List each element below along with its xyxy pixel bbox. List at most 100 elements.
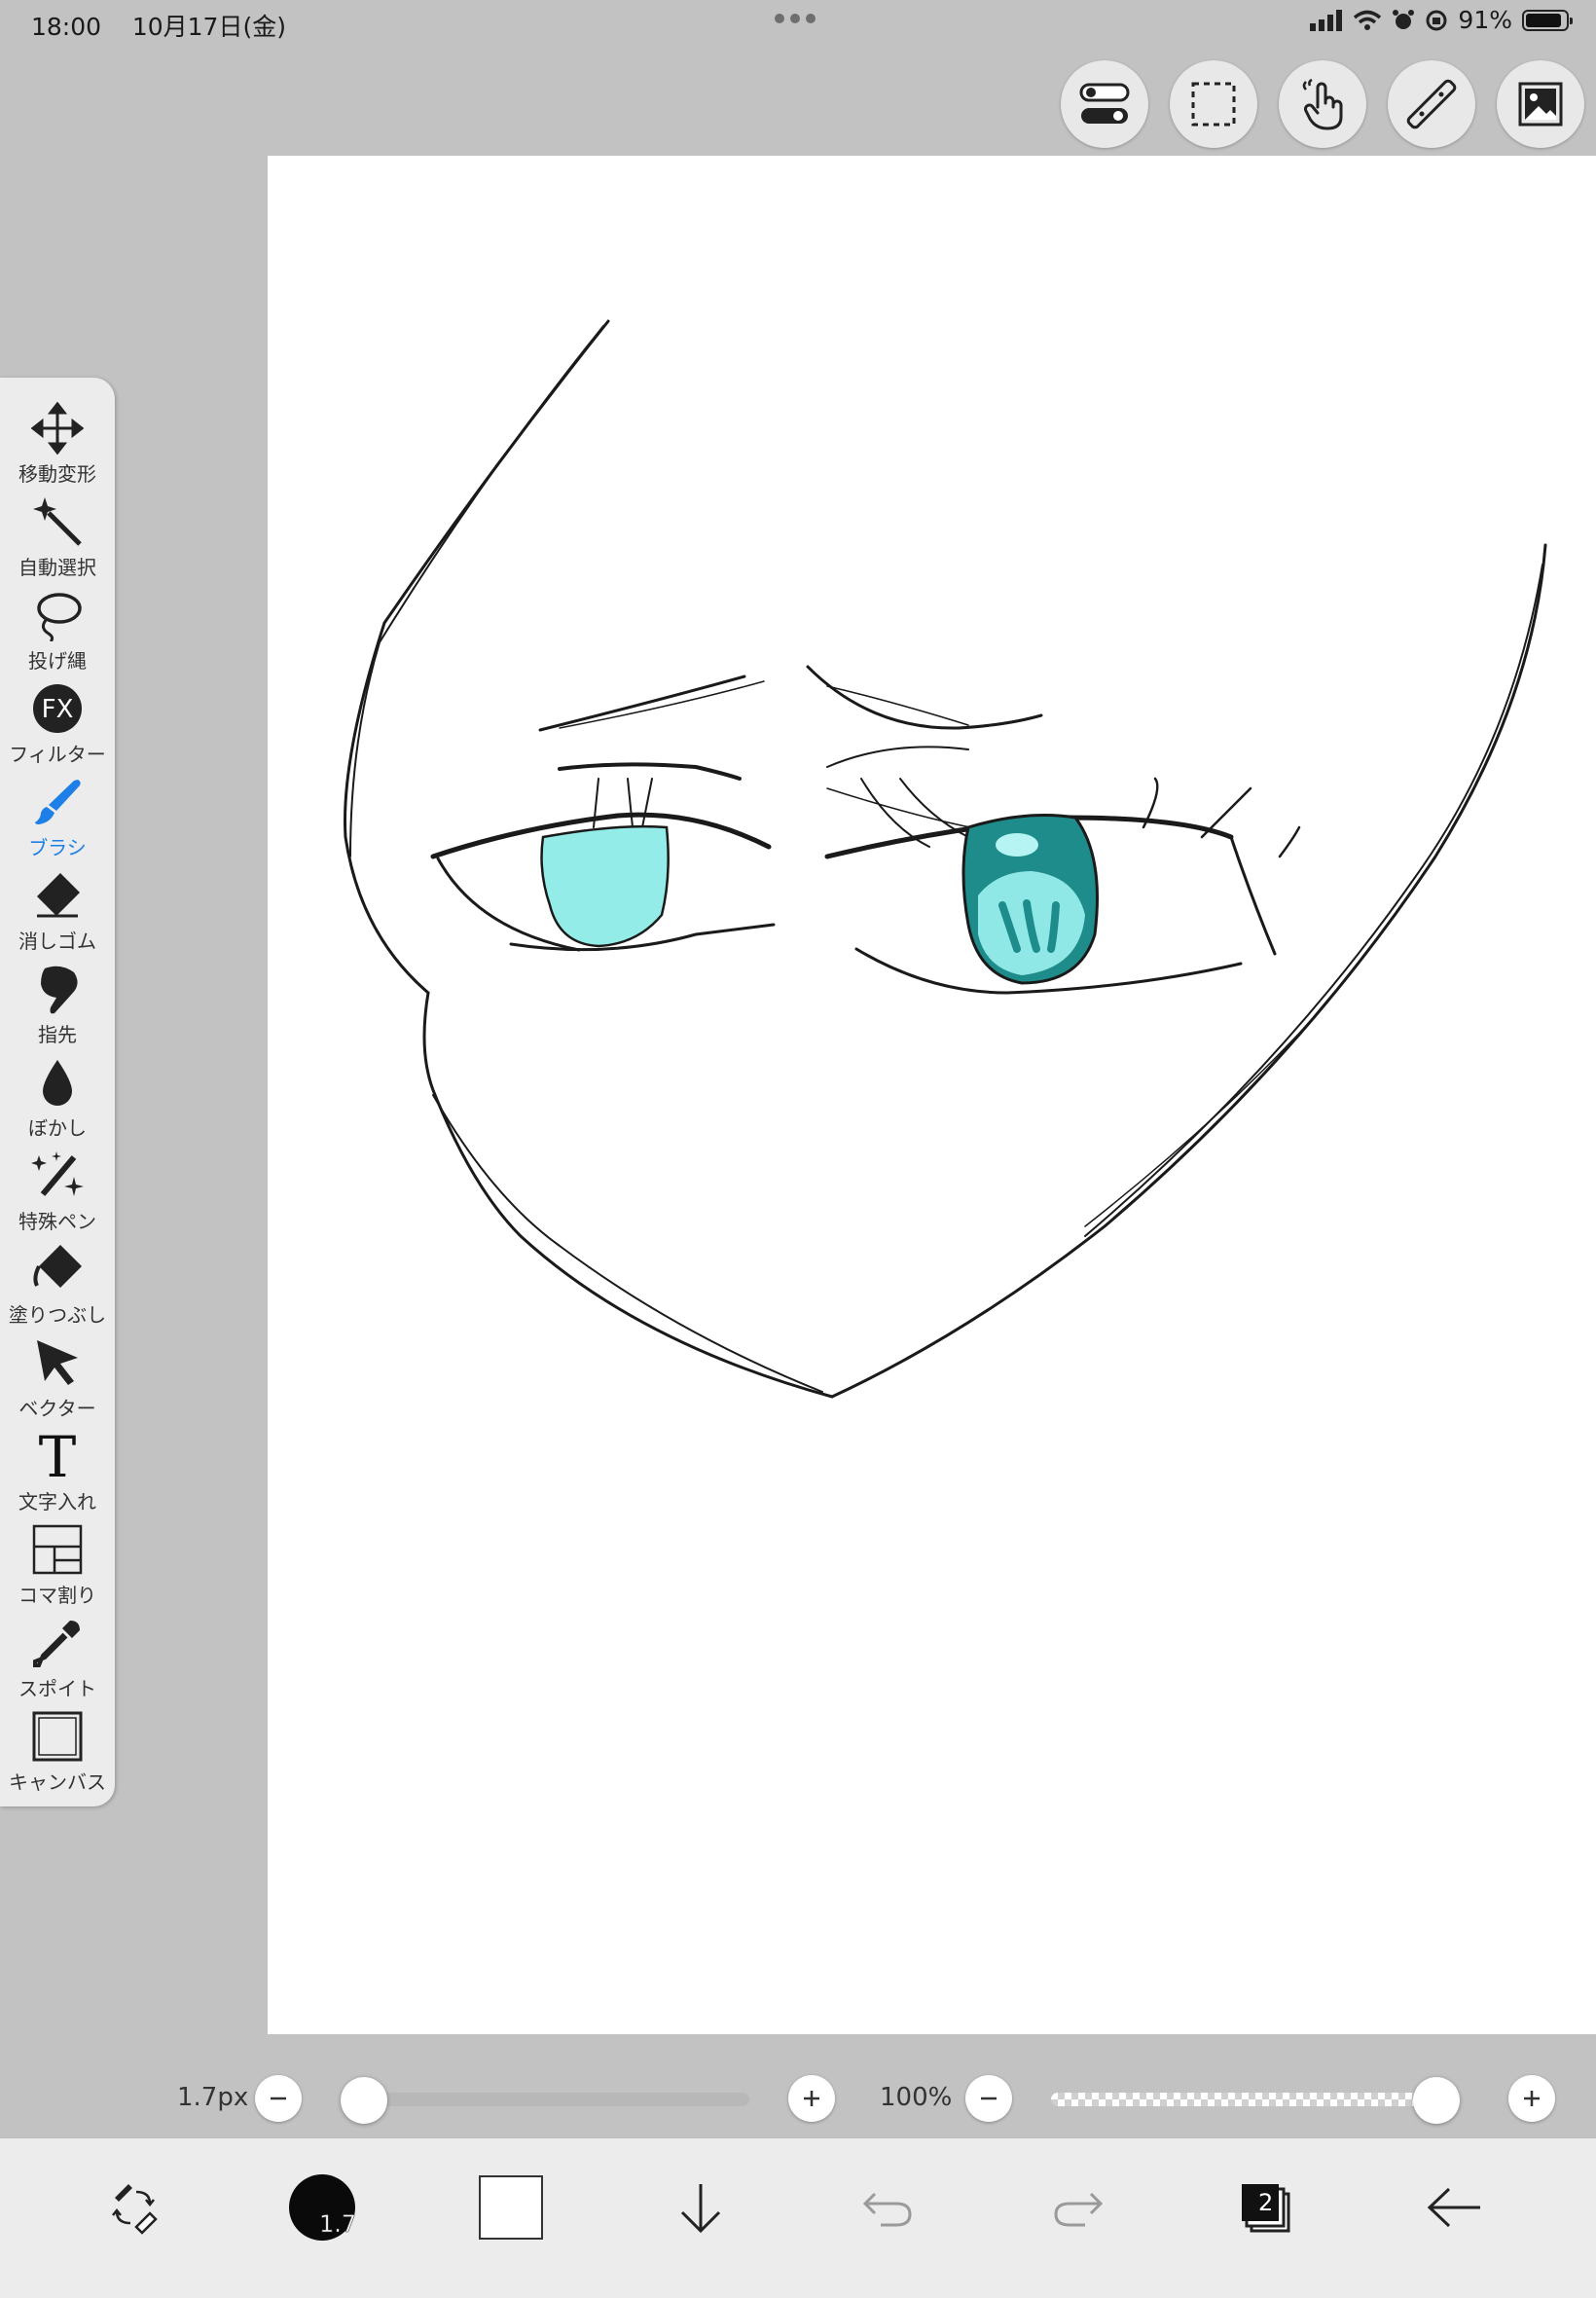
tool-label: 塗りつぶし <box>8 1303 107 1327</box>
top-tools <box>1061 60 1584 148</box>
fill-bucket-icon <box>29 1241 86 1297</box>
alarm-icon <box>1393 9 1415 29</box>
tool-panel-layout[interactable]: コマ割り <box>0 1514 115 1608</box>
size-decrease-button[interactable] <box>255 2075 302 2122</box>
swap-pen-eraser-icon <box>112 2184 158 2235</box>
brush-icon <box>29 774 86 830</box>
opacity-increase-button[interactable] <box>1508 2075 1555 2122</box>
selection-marquee-icon <box>1191 82 1236 127</box>
tool-brush[interactable]: ブラシ <box>0 767 115 860</box>
tool-blur-drop[interactable]: ぼかし <box>0 1047 115 1141</box>
lasso-icon <box>29 587 86 643</box>
brush-size-label: 1.7px <box>177 2083 249 2112</box>
color-swatch-button[interactable] <box>467 2164 555 2251</box>
tool-label: ブラシ <box>28 836 87 859</box>
status-time: 18:00 <box>31 13 102 41</box>
blur-drop-icon <box>29 1054 86 1111</box>
down-arrow-icon <box>680 2184 721 2234</box>
tool-label: フィルター <box>9 743 106 766</box>
tool-label: 自動選択 <box>18 556 96 579</box>
tool-fill-bucket[interactable]: 塗りつぶし <box>0 1234 115 1328</box>
tool-label: スポイト <box>18 1677 96 1700</box>
tool-label: 移動変形 <box>18 462 96 486</box>
magic-wand-icon <box>29 493 86 550</box>
svg-text:FX: FX <box>42 695 74 724</box>
back-button[interactable] <box>1411 2164 1499 2251</box>
undo-button[interactable] <box>845 2164 932 2251</box>
tool-label: ぼかし <box>28 1116 87 1140</box>
touch-gesture-button[interactable] <box>1279 60 1366 148</box>
tool-label: 指先 <box>38 1023 77 1046</box>
tool-text[interactable]: T 文字入れ <box>0 1421 115 1514</box>
image-material-icon <box>1518 82 1563 127</box>
multitasking-dots-icon[interactable] <box>775 14 816 23</box>
opacity-slider-track[interactable] <box>1051 2093 1460 2106</box>
tool-label: 特殊ペン <box>18 1210 96 1233</box>
panel-layout-icon <box>29 1521 86 1578</box>
eyedropper-icon <box>29 1615 86 1671</box>
status-date: 10月17日(金) <box>131 13 286 41</box>
opacity-label: 100% <box>880 2083 953 2112</box>
tool-lasso[interactable]: 投げ縄 <box>0 580 115 674</box>
toggle-settings-button[interactable] <box>1061 60 1148 148</box>
tool-label: 消しゴム <box>18 930 96 953</box>
tool-sidebar: 移動変形自動選択投げ縄 FX フィルターブラシ消しゴム指先ぼかし特殊ペン塗りつぶしベ… <box>0 378 115 1806</box>
image-material-button[interactable] <box>1497 60 1584 148</box>
move-transform-icon <box>29 400 86 456</box>
tool-label: コマ割り <box>18 1584 96 1607</box>
fx-filter-icon: FX <box>29 680 86 737</box>
text-icon: T <box>29 1428 86 1484</box>
battery-percent: 91% <box>1458 6 1512 34</box>
undo-icon <box>862 2192 912 2227</box>
size-increase-button[interactable] <box>788 2075 835 2122</box>
minus-icon <box>271 2097 286 2100</box>
tool-smudge-finger[interactable]: 指先 <box>0 954 115 1047</box>
svg-text:T: T <box>39 1430 77 1482</box>
tool-label: キャンバス <box>9 1770 106 1794</box>
size-slider-track[interactable] <box>341 2093 749 2106</box>
opacity-slider-thumb[interactable] <box>1413 2077 1460 2124</box>
battery-level <box>1526 13 1561 27</box>
redo-button[interactable] <box>1034 2164 1121 2251</box>
tool-eraser[interactable]: 消しゴム <box>0 860 115 954</box>
bottom-toolbar: 1.7 2 <box>0 2137 1596 2298</box>
selection-button[interactable] <box>1170 60 1257 148</box>
opacity-decrease-button[interactable] <box>965 2075 1012 2122</box>
drawing-canvas[interactable] <box>268 156 1596 2034</box>
cellular-signal-icon <box>1310 9 1343 31</box>
special-pen-icon <box>29 1148 86 1204</box>
toggle-settings-icon <box>1079 83 1130 124</box>
brush-size-badge: 1.7 <box>319 2210 357 2239</box>
battery-icon <box>1522 9 1573 31</box>
layer-count: 2 <box>1258 2189 1274 2216</box>
tool-magic-wand[interactable]: 自動選択 <box>0 487 115 580</box>
current-color-swatch <box>479 2175 543 2240</box>
tool-special-pen[interactable]: 特殊ペン <box>0 1141 115 1234</box>
minus-icon <box>981 2097 997 2100</box>
brush-preview-button[interactable]: 1.7 <box>278 2164 366 2251</box>
ruler-button[interactable] <box>1388 60 1475 148</box>
tool-fx-filter[interactable]: FX フィルター <box>0 674 115 767</box>
size-slider-thumb[interactable] <box>341 2077 387 2124</box>
tool-move-transform[interactable]: 移動変形 <box>0 393 115 487</box>
smudge-finger-icon <box>29 961 86 1017</box>
plus-icon <box>804 2091 819 2106</box>
tool-label: ベクター <box>18 1397 96 1420</box>
tool-label: 文字入れ <box>18 1490 96 1514</box>
layers-button[interactable]: 2 <box>1221 2164 1309 2251</box>
wifi-icon <box>1354 10 1382 30</box>
tool-label: 投げ縄 <box>28 649 87 673</box>
redo-icon <box>1054 2192 1104 2227</box>
status-bar: 18:00 10月17日(金) 91% <box>0 0 1596 47</box>
touch-gesture-icon <box>1302 78 1343 130</box>
back-arrow-icon <box>1427 2187 1480 2228</box>
status-time-date: 18:00 10月17日(金) <box>31 8 286 43</box>
tool-vector-cursor[interactable]: ベクター <box>0 1328 115 1421</box>
face-lineart-drawing <box>344 319 1547 1399</box>
download-button[interactable] <box>657 2164 744 2251</box>
swap-tool-button[interactable] <box>91 2164 178 2251</box>
tool-canvas[interactable]: キャンバス <box>0 1701 115 1795</box>
tool-eyedropper[interactable]: スポイト <box>0 1608 115 1701</box>
ruler-icon <box>1406 79 1457 129</box>
eraser-icon <box>29 867 86 924</box>
